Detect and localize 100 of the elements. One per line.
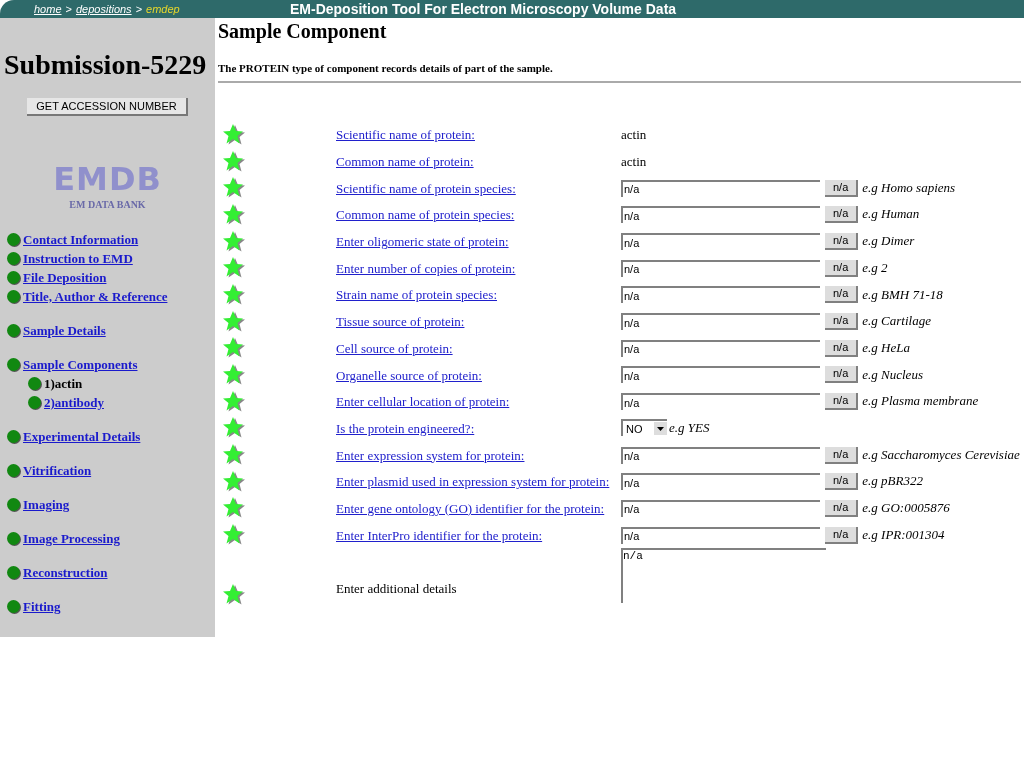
- na-button[interactable]: n/a: [825, 259, 859, 277]
- input-field[interactable]: n/a: [621, 313, 820, 331]
- bullet-icon: [6, 428, 22, 445]
- nav-link[interactable]: Imaging: [23, 495, 70, 514]
- bullet-icon: [6, 231, 22, 248]
- bullet-icon: [6, 496, 22, 513]
- na-button[interactable]: n/a: [825, 499, 859, 517]
- field-link[interactable]: Scientific name of protein:: [336, 127, 475, 143]
- field-link[interactable]: Tissue source of protein:: [336, 314, 465, 330]
- star-icon: [222, 389, 246, 413]
- field-value: actin: [621, 154, 647, 170]
- star-icon: [222, 309, 246, 333]
- nav-link[interactable]: Contact Information: [23, 230, 139, 249]
- field-link[interactable]: Strain name of protein species:: [336, 287, 497, 303]
- na-button[interactable]: n/a: [825, 313, 859, 331]
- bullet-icon: [27, 375, 43, 392]
- page-title: EM-Deposition Tool For Electron Microscopy Volume Data: [290, 0, 677, 19]
- field-link[interactable]: Common name of protein species:: [336, 207, 515, 223]
- na-button[interactable]: n/a: [825, 339, 859, 357]
- field-link[interactable]: Scientific name of protein species:: [336, 180, 516, 196]
- field-link[interactable]: Organelle source of protein:: [336, 367, 482, 383]
- bullet-icon: [6, 564, 22, 581]
- input-field[interactable]: n/a: [621, 446, 820, 464]
- field-link[interactable]: Is the protein engineered?:: [336, 420, 475, 436]
- star-icon: [222, 443, 246, 467]
- dropdown[interactable]: NO: [621, 419, 667, 437]
- nav-link[interactable]: Instruction to EMD: [23, 249, 133, 268]
- submission-id: Submission-5229: [3, 49, 208, 81]
- logo-caption: EM DATA BANK: [69, 198, 146, 212]
- na-button[interactable]: n/a: [825, 526, 859, 544]
- star-icon: [222, 416, 246, 440]
- example-text: e.g Cartilage: [862, 313, 931, 329]
- input-field[interactable]: n/a: [621, 206, 820, 224]
- field-link[interactable]: Enter InterPro identifier for the protein:: [336, 527, 543, 543]
- input-field[interactable]: n/a: [621, 259, 820, 277]
- field-link[interactable]: Cell source of protein:: [336, 340, 453, 356]
- field-link[interactable]: Enter plasmid used in expression system for protein:: [336, 474, 610, 490]
- na-button[interactable]: n/a: [825, 473, 859, 491]
- breadcrumb-link[interactable]: home: [34, 0, 62, 18]
- caret-icon: [654, 422, 667, 436]
- example-text: e.g YES: [669, 419, 710, 438]
- example-text: e.g pBR322: [862, 473, 923, 489]
- field-link[interactable]: Enter expression system for protein:: [336, 447, 525, 463]
- star-icon: [222, 363, 246, 387]
- na-button[interactable]: n/a: [825, 233, 859, 250]
- breadcrumb-separator: >: [135, 1, 143, 17]
- na-button[interactable]: n/a: [825, 286, 859, 304]
- accession-button[interactable]: GET ACCESSION NUMBER: [27, 98, 188, 116]
- star-icon: [222, 122, 246, 146]
- na-button[interactable]: n/a: [825, 393, 859, 411]
- nav-link[interactable]: Fitting: [23, 597, 61, 616]
- nav-link[interactable]: File Deposition: [23, 268, 107, 287]
- logo-mark: EMDB: [53, 164, 162, 194]
- bullet-icon: [6, 462, 22, 479]
- nav-link[interactable]: Reconstruction: [23, 563, 108, 582]
- field-link[interactable]: Enter gene ontology (GO) identifier for the protein:: [336, 500, 605, 516]
- nav-link[interactable]: 2)antibody: [44, 393, 104, 412]
- na-button[interactable]: n/a: [825, 366, 859, 384]
- nav-link[interactable]: Sample Components: [23, 355, 138, 374]
- bullet-icon: [6, 250, 22, 267]
- input-field[interactable]: n/a: [621, 473, 820, 491]
- example-text: e.g 2: [862, 260, 888, 276]
- na-button[interactable]: n/a: [825, 206, 859, 224]
- input-field[interactable]: n/a: [621, 393, 820, 411]
- field-link[interactable]: Enter number of copies of protein:: [336, 260, 516, 276]
- star-icon: [222, 282, 246, 306]
- field-link[interactable]: Enter cellular location of protein:: [336, 394, 510, 410]
- na-button[interactable]: n/a: [825, 179, 859, 197]
- example-text: e.g IPR:001304: [862, 527, 945, 543]
- star-icon: [222, 202, 246, 226]
- input-field[interactable]: n/a: [621, 286, 820, 304]
- star-icon: [222, 229, 246, 253]
- nav-link[interactable]: 1)actin: [44, 374, 83, 393]
- star-icon: [222, 469, 246, 493]
- star-icon: [222, 149, 246, 173]
- nav-link[interactable]: Vitrification: [23, 461, 92, 480]
- input-field[interactable]: n/a: [621, 339, 820, 357]
- input-field[interactable]: n/a: [621, 499, 820, 517]
- star-icon: [222, 523, 246, 547]
- section-heading: Sample Component: [218, 19, 388, 43]
- input-field[interactable]: n/a: [621, 179, 820, 197]
- breadcrumb-link[interactable]: depositions: [75, 0, 132, 18]
- nav-link[interactable]: Title, Author & Reference: [23, 287, 168, 306]
- star-icon: [222, 256, 246, 280]
- field-link[interactable]: Enter oligomeric state of protein:: [336, 234, 509, 250]
- nav-link[interactable]: Image Processing: [23, 529, 120, 548]
- na-button[interactable]: n/a: [825, 446, 859, 464]
- nav-link[interactable]: Experimental Details: [23, 427, 141, 446]
- details-textarea[interactable]: n/a: [621, 548, 826, 603]
- field-link[interactable]: Common name of protein:: [336, 154, 474, 170]
- input-field[interactable]: n/a: [621, 233, 820, 250]
- example-text: e.g Human: [862, 206, 920, 222]
- breadcrumb-link[interactable]: emdep: [146, 0, 180, 18]
- input-field[interactable]: n/a: [621, 366, 820, 384]
- star-icon: [222, 336, 246, 360]
- field-label: Enter additional details: [336, 581, 457, 596]
- bullet-icon: [6, 322, 22, 339]
- input-field[interactable]: n/a: [621, 526, 820, 544]
- nav-link[interactable]: Sample Details: [23, 321, 106, 340]
- example-text: e.g BMH 71-18: [862, 286, 943, 302]
